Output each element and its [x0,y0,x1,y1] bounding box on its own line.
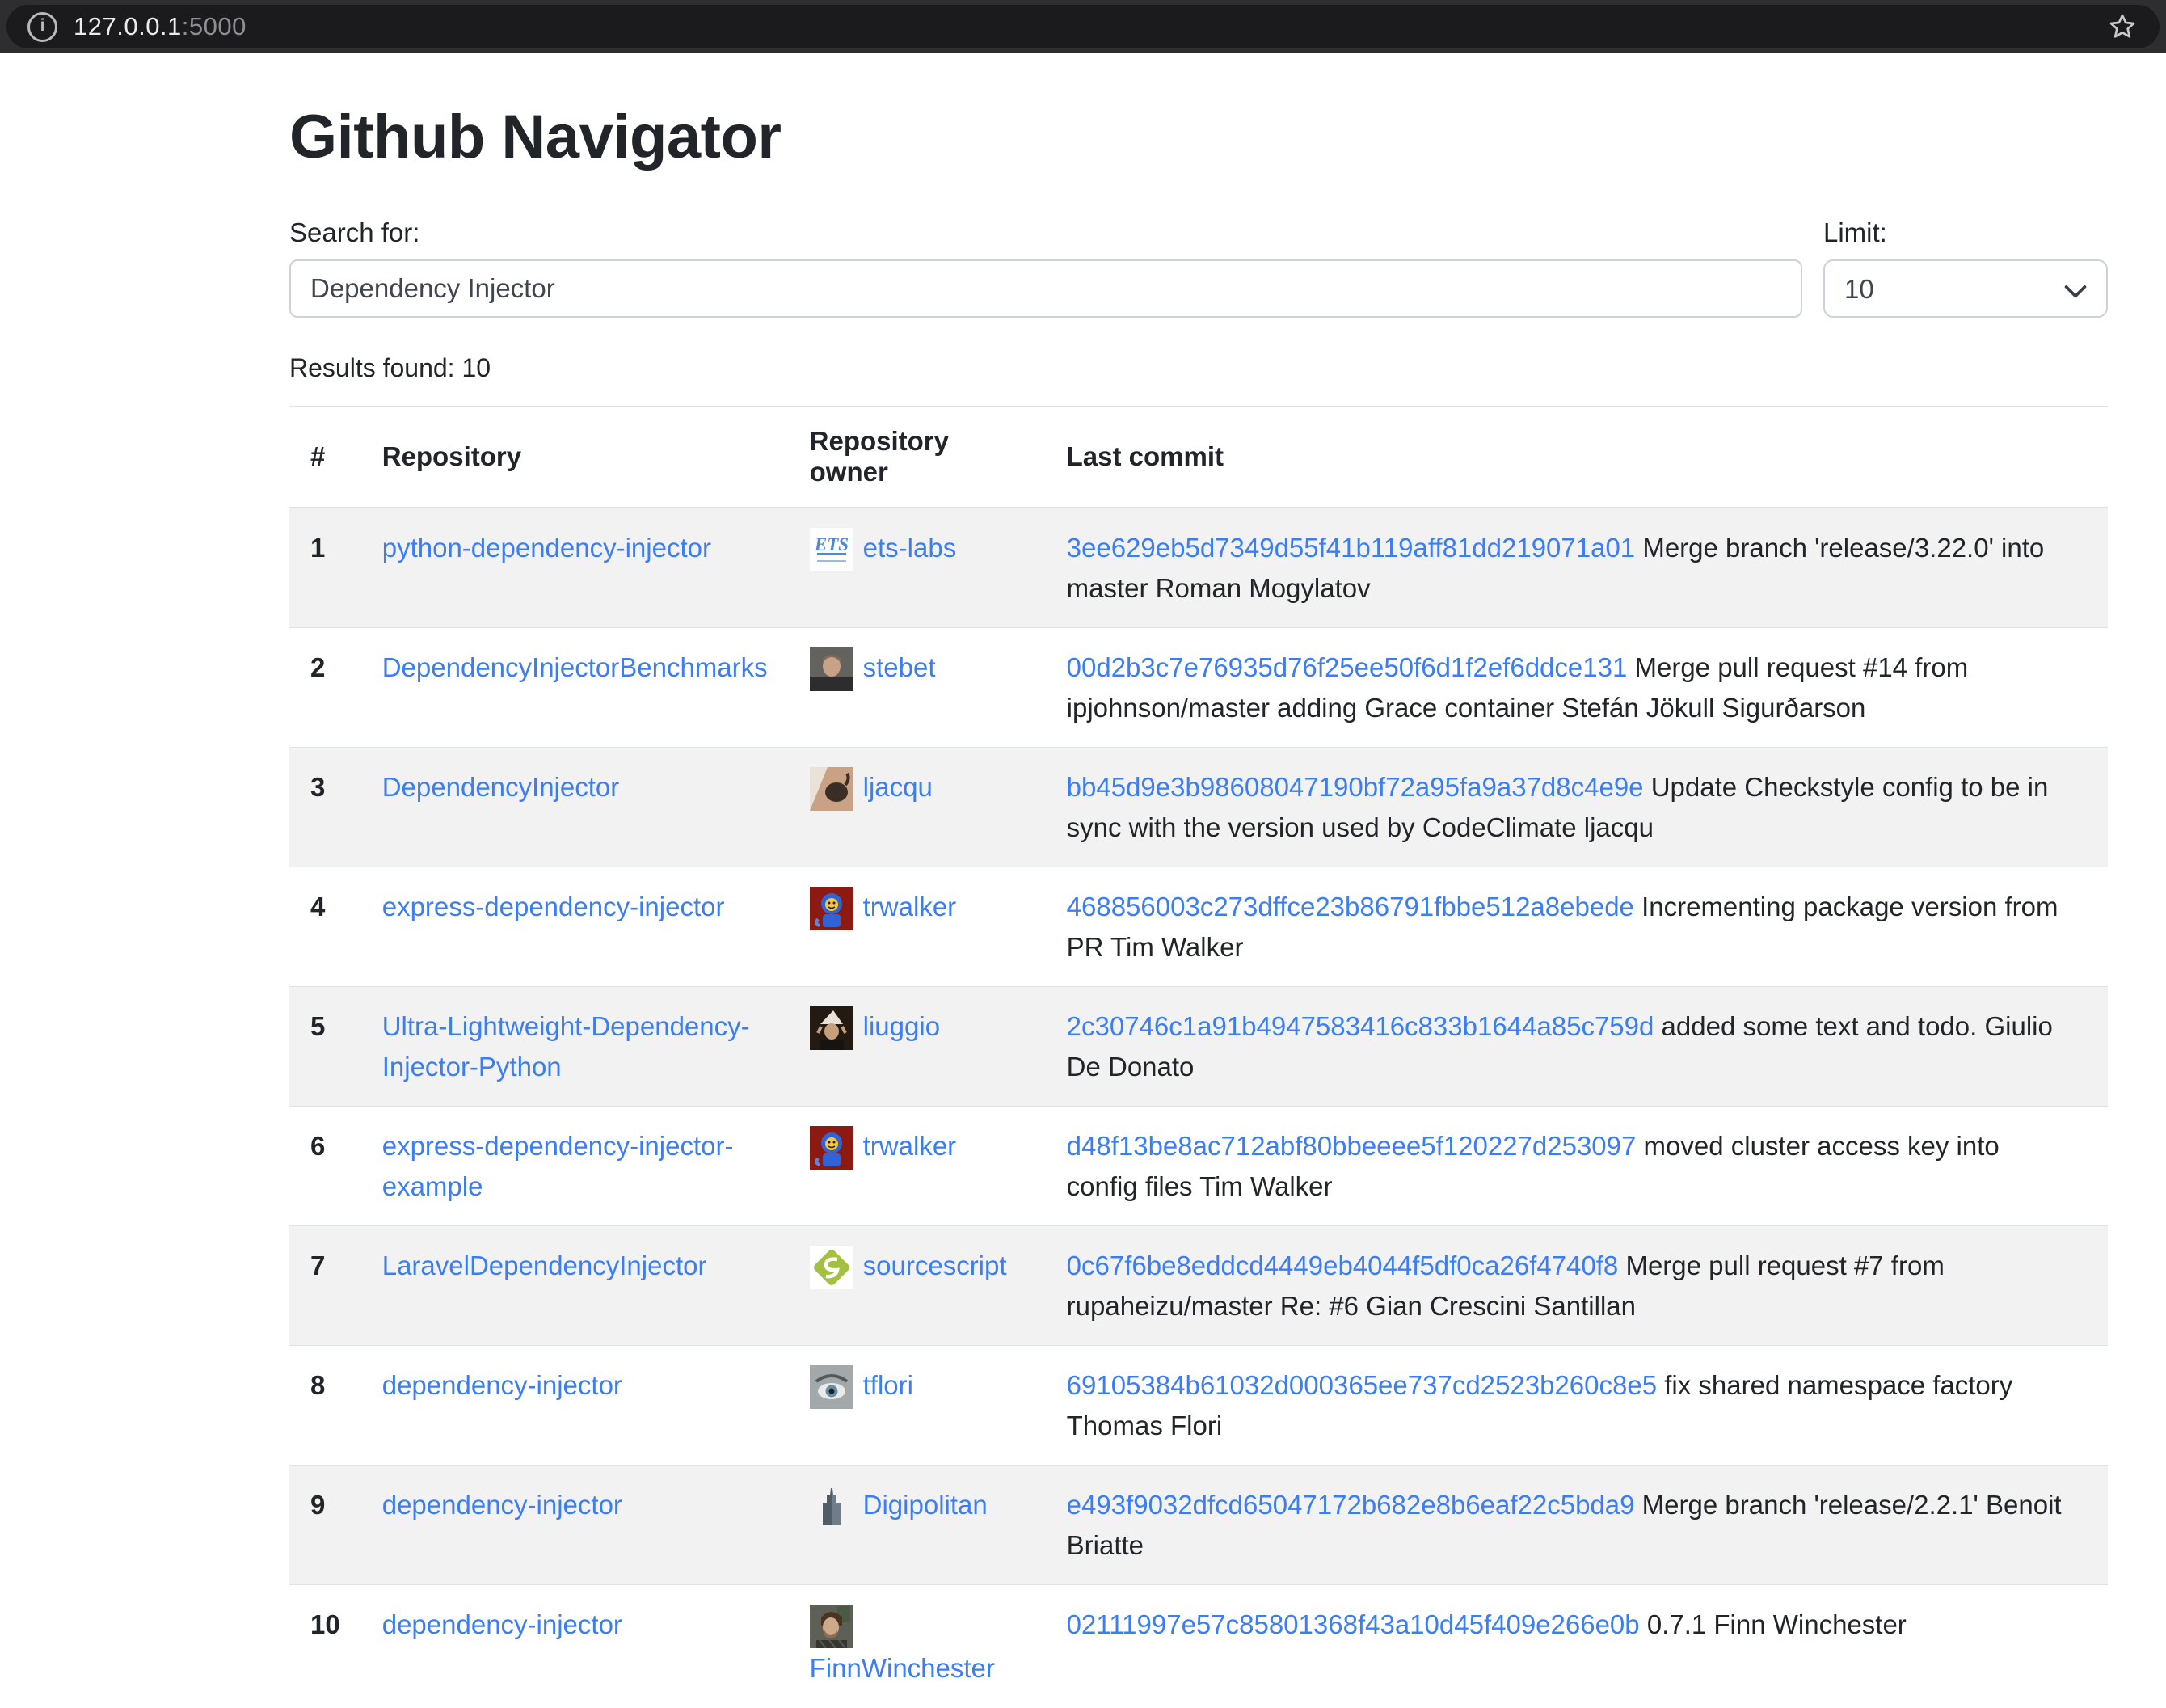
col-header-number: # [289,407,361,508]
commit-message: 0.7.1 Finn Winchester [1640,1609,1907,1639]
page-title: Github Navigator [289,100,2108,174]
table-row: 3 DependencyInjector ljacqu bb45d9e3b986080… [289,748,2108,867]
row-number: 1 [289,508,361,628]
owner-link[interactable]: ets-labs [863,533,957,563]
url-host: 127.0.0.1 [74,12,182,40]
avatar-sourcescript [810,1246,853,1289]
row-number: 10 [289,1585,361,1708]
col-header-repository: Repository [361,407,789,508]
repository-link[interactable]: dependency-injector [382,1490,622,1520]
row-number: 6 [289,1107,361,1226]
avatar-trwalker [810,887,853,930]
avatar-digipolitan [810,1485,853,1529]
table-row: 10 dependency-injector FinnWinchester 02111… [289,1585,2108,1708]
url-text: 127.0.0.1:5000 [74,12,247,41]
owner-link[interactable]: trwalker [863,892,957,921]
results-table: # Repository Repository owner Last commi… [289,406,2108,1708]
commit-hash-link[interactable]: 69105384b61032d000365ee737cd2523b260c8e5 [1067,1370,1657,1400]
search-label: Search for: [289,217,1802,248]
table-row: 9 dependency-injector Digipolitan e493f9032… [289,1466,2108,1585]
info-icon[interactable]: i [27,12,57,42]
row-number: 9 [289,1466,361,1585]
row-number: 3 [289,748,361,867]
table-header-row: # Repository Repository owner Last commi… [289,407,2108,508]
owner-link[interactable]: liuggio [863,1011,940,1041]
avatar-tflori [810,1365,853,1409]
results-summary: Results found: 10 [289,353,2108,383]
search-form: Search for: Limit: 10 [289,217,2108,318]
row-number: 4 [289,867,361,987]
svg-text:ETS: ETS [814,534,849,555]
owner-link[interactable]: stebet [863,652,936,682]
owner-link[interactable]: trwalker [863,1131,957,1161]
table-row: 5 Ultra-Lightweight-Dependency-Injector-P… [289,987,2108,1107]
commit-hash-link[interactable]: 3ee629eb5d7349d55f41b119aff81dd219071a01 [1067,533,1636,563]
commit-hash-link[interactable]: 02111997e57c85801368f43a10d45f409e266e0b [1067,1609,1640,1639]
limit-select[interactable]: 10 [1823,259,2108,318]
repository-link[interactable]: dependency-injector [382,1609,622,1639]
avatar-liuggio [810,1006,853,1050]
avatar-finnwinchester [810,1605,853,1648]
commit-hash-link[interactable]: 0c67f6be8eddcd4449eb4044f5df0ca26f4740f8 [1067,1250,1619,1280]
commit-hash-link[interactable]: 468856003c273dffce23b86791fbbe512a8ebede [1067,892,1634,921]
owner-link[interactable]: Digipolitan [863,1490,988,1520]
commit-hash-link[interactable]: e493f9032dfcd65047172b682e8b6eaf22c5bda9 [1067,1490,1635,1520]
repository-link[interactable]: LaravelDependencyInjector [382,1250,707,1280]
avatar-stebet [810,647,853,691]
repository-link[interactable]: express-dependency-injector-example [382,1131,734,1201]
owner-link[interactable]: tflori [863,1370,913,1400]
col-header-owner: Repository owner [789,407,1046,508]
owner-link[interactable]: FinnWinchester [810,1653,995,1683]
limit-label: Limit: [1823,217,2108,248]
repository-link[interactable]: DependencyInjector [382,772,620,802]
avatar-ljacqu [810,767,853,811]
table-row: 8 dependency-injector tflori 69105384b61032… [289,1346,2108,1466]
owner-link[interactable]: ljacqu [863,772,933,802]
table-row: 6 express-dependency-injector-example trwa… [289,1107,2108,1226]
table-row: 2 DependencyInjectorBenchmarks stebet 00d2b… [289,628,2108,748]
address-bar[interactable]: i 127.0.0.1:5000 [6,5,2160,48]
repository-link[interactable]: Ultra-Lightweight-Dependency-Injector-Py… [382,1011,750,1082]
search-input[interactable] [289,259,1802,318]
owner-link[interactable]: sourcescript [863,1250,1007,1280]
repository-link[interactable]: python-dependency-injector [382,533,711,563]
avatar-ets-labs: ETS [810,528,853,571]
table-row: 1 python-dependency-injector ETS ets-labs 3e… [289,508,2108,628]
main-content: Github Navigator Search for: Limit: 10 R… [289,100,2108,1708]
avatar-trwalker [810,1126,853,1170]
repository-link[interactable]: express-dependency-injector [382,892,725,921]
table-row: 4 express-dependency-injector trwalker 4688… [289,867,2108,987]
row-number: 2 [289,628,361,748]
commit-hash-link[interactable]: 2c30746c1a91b4947583416c833b1644a85c759d [1067,1011,1654,1041]
star-icon[interactable] [2106,11,2139,43]
table-row: 7 LaravelDependencyInjector sourcescript 0c… [289,1226,2108,1346]
browser-chrome: i 127.0.0.1:5000 [0,0,2166,53]
repository-link[interactable]: DependencyInjectorBenchmarks [382,652,768,682]
repository-link[interactable]: dependency-injector [382,1370,622,1400]
commit-hash-link[interactable]: bb45d9e3b98608047190bf72a95fa9a37d8c4e9e [1067,772,1644,802]
commit-hash-link[interactable]: d48f13be8ac712abf80bbeeee5f120227d253097 [1067,1131,1637,1161]
row-number: 7 [289,1226,361,1346]
col-header-last-commit: Last commit [1046,407,2108,508]
row-number: 8 [289,1346,361,1466]
commit-hash-link[interactable]: 00d2b3c7e76935d76f25ee50f6d1f2ef6ddce131 [1067,652,1628,682]
url-port: :5000 [182,12,247,40]
row-number: 5 [289,987,361,1107]
